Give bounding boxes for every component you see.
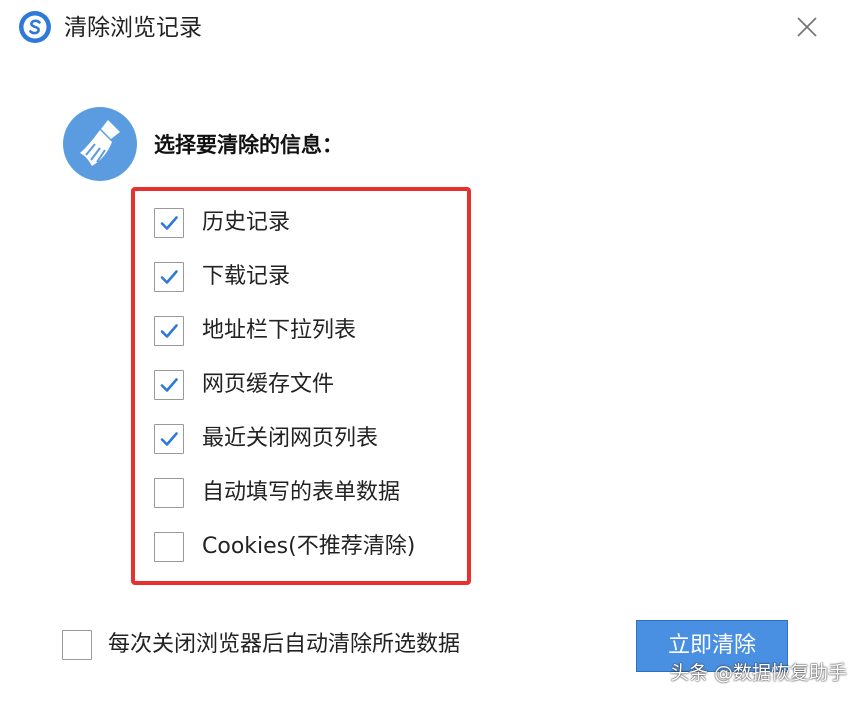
option-autofill-form-data[interactable]: 自动填写的表单数据 <box>154 475 400 511</box>
downloads-checkbox[interactable] <box>154 262 184 292</box>
option-label: 历史记录 <box>202 210 291 235</box>
option-label: 最近关闭网页列表 <box>202 426 379 451</box>
browser-logo-icon <box>19 11 51 43</box>
history-checkbox[interactable] <box>154 208 184 238</box>
option-web-cache[interactable]: 网页缓存文件 <box>154 367 334 403</box>
checkmark-icon <box>160 270 178 284</box>
auto-clear-checkbox[interactable] <box>62 630 92 660</box>
option-label: 下载记录 <box>202 264 291 289</box>
option-label: 自动填写的表单数据 <box>202 480 401 505</box>
broom-icon <box>63 107 137 181</box>
window-title: 清除浏览记录 <box>64 15 202 41</box>
autofill-checkbox[interactable] <box>154 478 184 508</box>
checkmark-icon <box>160 378 178 392</box>
option-history[interactable]: 历史记录 <box>154 205 290 241</box>
option-label: 网页缓存文件 <box>202 372 335 397</box>
option-label: Cookies(不推荐清除) <box>202 534 416 559</box>
close-icon[interactable] <box>790 10 824 44</box>
option-cookies[interactable]: Cookies(不推荐清除) <box>154 529 415 565</box>
web-cache-checkbox[interactable] <box>154 370 184 400</box>
cookies-checkbox[interactable] <box>154 532 184 562</box>
option-downloads[interactable]: 下载记录 <box>154 259 290 295</box>
checkmark-icon <box>160 432 178 446</box>
checkmark-icon <box>160 216 178 230</box>
address-bar-checkbox[interactable] <box>154 316 184 346</box>
option-recently-closed[interactable]: 最近关闭网页列表 <box>154 421 378 457</box>
section-heading: 选择要清除的信息： <box>154 133 343 157</box>
recently-closed-checkbox[interactable] <box>154 424 184 454</box>
title-bar: 清除浏览记录 <box>0 0 848 60</box>
option-label: 地址栏下拉列表 <box>202 318 357 343</box>
watermark-text: 头条 @数据恢复助手 <box>670 662 848 684</box>
checkmark-icon <box>160 324 178 338</box>
auto-clear-label: 每次关闭浏览器后自动清除所选数据 <box>108 632 461 657</box>
auto-clear-option[interactable]: 每次关闭浏览器后自动清除所选数据 <box>62 627 460 663</box>
option-address-bar-dropdown[interactable]: 地址栏下拉列表 <box>154 313 356 349</box>
